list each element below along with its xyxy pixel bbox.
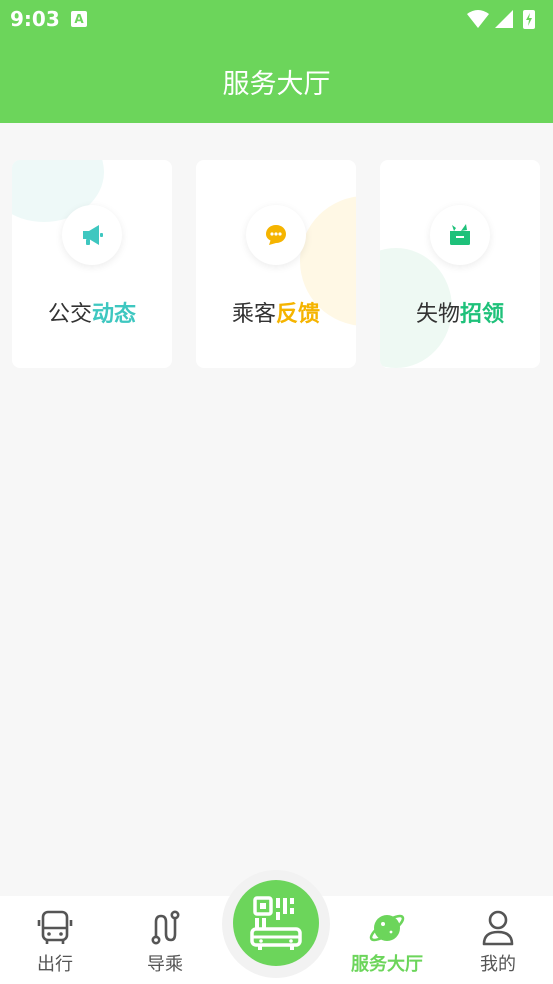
- signal-icon: [495, 10, 513, 28]
- card-icon: [62, 205, 122, 265]
- card-icon: [430, 205, 490, 265]
- lost-box-icon: [450, 224, 470, 245]
- status-time: 9:03: [10, 7, 60, 31]
- tab-me[interactable]: 我的: [453, 908, 543, 978]
- card-passenger-feedback[interactable]: 乘客反馈: [196, 160, 356, 368]
- card-label: 公交动态: [12, 296, 172, 328]
- header: 9:03 A 服务大厅: [0, 0, 553, 123]
- route-icon: [151, 910, 180, 945]
- card-label: 失物招领: [380, 296, 540, 328]
- card-label-highlight: 招领: [460, 302, 505, 327]
- service-cards: 公交动态 乘客反馈 失物招领: [0, 160, 553, 368]
- qr-scan-icon: [250, 896, 302, 950]
- card-label-highlight: 动态: [92, 302, 137, 327]
- card-label-highlight: 反馈: [276, 302, 321, 327]
- card-lost-and-found[interactable]: 失物招领: [380, 160, 540, 368]
- chat-bubble-icon: [266, 225, 286, 245]
- tab-label: 导乘: [147, 954, 183, 975]
- status-icons: [467, 10, 535, 29]
- tab-travel[interactable]: 出行: [10, 908, 100, 978]
- card-label: 乘客反馈: [196, 296, 356, 328]
- user-icon: [482, 910, 514, 946]
- megaphone-icon: [83, 225, 103, 245]
- tab-guide[interactable]: 导乘: [120, 908, 210, 978]
- card-icon: [246, 205, 306, 265]
- status-bar: 9:03 A: [0, 0, 553, 38]
- card-label-plain: 失物: [415, 302, 460, 327]
- bus-icon: [37, 910, 73, 944]
- planet-icon: [369, 914, 405, 942]
- scan-qr-button[interactable]: [233, 880, 319, 966]
- card-label-plain: 公交: [47, 302, 92, 327]
- tab-label: 出行: [37, 954, 73, 975]
- card-bus-news[interactable]: 公交动态: [12, 160, 172, 368]
- wifi-icon: [467, 10, 489, 28]
- card-label-plain: 乘客: [231, 302, 276, 327]
- tab-label: 服务大厅: [351, 954, 423, 975]
- page-title: 服务大厅: [222, 69, 331, 100]
- notification-icon: A: [71, 11, 87, 27]
- tab-service-hall[interactable]: 服务大厅: [342, 908, 432, 978]
- tab-label: 我的: [480, 954, 516, 975]
